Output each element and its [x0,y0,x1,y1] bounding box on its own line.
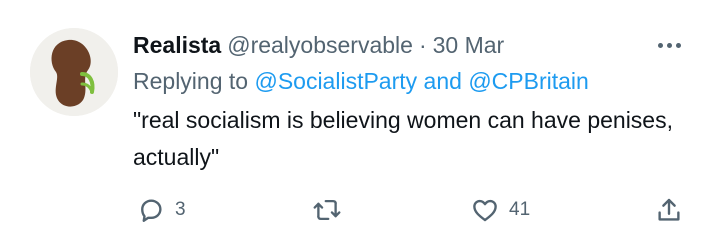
reply-button[interactable]: 3 [136,188,186,232]
replying-to-line: Replying to @SocialistParty and @CPBrita… [133,66,589,96]
share-upload-icon [658,198,680,221]
share-button[interactable] [654,188,684,232]
avatar[interactable] [30,28,118,116]
tweet-text: "real socialism is believing women can h… [133,107,673,170]
mention-join: and [423,68,462,94]
like-button[interactable]: 41 [470,188,530,232]
display-name[interactable]: Realista [133,32,221,58]
heart-icon [473,199,497,222]
retweet-arrows-icon [313,199,341,221]
tweet-header: Realista @realyobservable · 30 Mar [133,30,504,60]
reply-count: 3 [175,199,186,220]
mention-link-2[interactable]: @CPBritain [468,68,589,94]
like-count: 41 [509,199,531,220]
tweet-card[interactable]: Realista @realyobservable · 30 Mar Replying… [0,0,715,240]
handle[interactable]: @realyobservable [227,32,413,58]
replying-to-label: Replying to [133,68,249,94]
kidney-bean-icon [30,28,118,116]
mention-link-1[interactable]: @SocialistParty [254,68,417,94]
timestamp[interactable]: 30 Mar [433,32,505,58]
speech-bubble-icon [141,199,162,222]
more-options-button[interactable] [652,34,686,56]
more-horizontal-icon [657,42,663,48]
separator-dot: · [418,32,427,58]
action-bar: 3 41 [0,188,715,232]
retweet-button[interactable] [311,188,352,232]
